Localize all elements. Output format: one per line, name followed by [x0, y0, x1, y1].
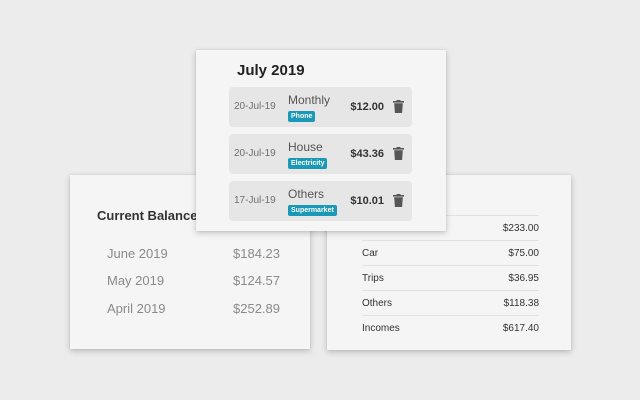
transaction-date: 17-Jul-19	[234, 195, 276, 206]
category-row: Car $75.00	[362, 241, 539, 266]
transaction-amount: $12.00	[350, 101, 384, 113]
transaction-tag: Supermarket	[288, 205, 337, 216]
category-amount: $233.00	[502, 222, 539, 234]
transaction-amount: $10.01	[350, 195, 384, 207]
category-name: Trips	[362, 272, 384, 284]
category-amount: $118.38	[503, 297, 539, 309]
transaction-name: Others	[288, 187, 325, 201]
category-row: Others $118.38	[362, 291, 539, 316]
balance-row: April 2019 $252.89	[107, 298, 280, 318]
balance-month: June 2019	[107, 245, 168, 261]
category-row: Trips $36.95	[362, 266, 539, 291]
category-name: Others	[362, 297, 393, 309]
transaction-date: 20-Jul-19	[234, 101, 276, 112]
transaction-tag: Phone	[288, 111, 316, 122]
balance-month: May 2019	[107, 272, 165, 288]
category-amount: $36.95	[508, 272, 539, 284]
category-row: Incomes $617.40	[362, 316, 539, 341]
balance-amount: $184.23	[233, 245, 280, 261]
transaction-item[interactable]: 20-Jul-19 Monthly Phone $12.00	[229, 87, 412, 127]
trash-icon[interactable]	[393, 194, 404, 207]
transaction-amount: $43.36	[350, 148, 384, 160]
category-name: Car	[362, 247, 379, 259]
trash-icon[interactable]	[393, 100, 404, 113]
category-name: Incomes	[362, 323, 400, 334]
balance-amount: $252.89	[233, 300, 280, 316]
month-card: July 2019 20-Jul-19 Monthly Phone $12.00…	[196, 50, 446, 231]
transaction-item[interactable]: 17-Jul-19 Others Supermarket $10.01	[229, 181, 412, 221]
category-amount: $617.40	[502, 323, 539, 334]
month-title: July 2019	[237, 62, 305, 79]
transaction-item[interactable]: 20-Jul-19 House Electricity $43.36	[229, 134, 412, 174]
category-amount: $75.00	[508, 247, 539, 259]
transaction-name: House	[288, 140, 323, 154]
trash-icon[interactable]	[393, 147, 404, 160]
balance-amount: $124.57	[233, 272, 280, 288]
transaction-tag: Electricity	[288, 158, 328, 169]
balance-row: May 2019 $124.57	[107, 270, 280, 290]
transaction-name: Monthly	[288, 93, 331, 107]
balance-row: June 2019 $184.23	[107, 243, 280, 263]
transaction-date: 20-Jul-19	[234, 148, 276, 159]
balance-month: April 2019	[107, 300, 166, 316]
balance-title: Current Balance	[97, 208, 198, 223]
